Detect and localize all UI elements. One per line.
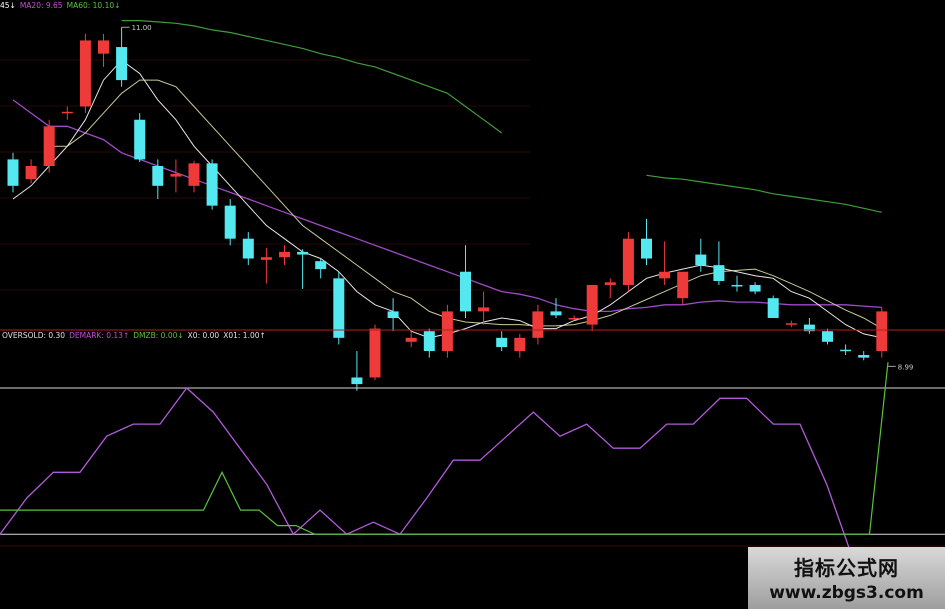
candle-body	[677, 271, 689, 299]
candle-body	[785, 323, 797, 325]
candle-body	[25, 166, 37, 180]
candle-body	[641, 238, 652, 259]
candle-body	[279, 251, 290, 258]
candle-body	[260, 257, 272, 260]
candle-body	[79, 40, 91, 107]
candle-body	[514, 337, 526, 352]
candle-body	[767, 298, 779, 318]
candle-body	[659, 271, 671, 279]
candle-body	[224, 205, 236, 239]
price-panel-grid	[0, 59, 530, 291]
low-label: 8.99	[898, 363, 914, 371]
price-legend: 45↓ MA20: 9.65 MA60: 10.10↓	[0, 0, 124, 12]
candle-body	[622, 238, 634, 285]
candle-body	[695, 254, 707, 266]
indicator-legend: OVERSOLD: 0.30 DEMARK: 0.13↑ DMZB: 0.00↓ X0…	[2, 330, 270, 342]
candle-body	[749, 284, 761, 292]
candle-body	[369, 328, 381, 378]
candle-body	[858, 355, 870, 358]
indicator-lines	[0, 362, 889, 561]
indicator-legend-item-0: OVERSOLD: 0.30	[2, 331, 66, 340]
candle-body	[876, 311, 888, 352]
candle-body	[116, 47, 128, 81]
candle-body	[532, 311, 544, 338]
candle-body	[7, 159, 19, 186]
candle-body	[387, 311, 399, 318]
indicator-legend-item-4: X01: 1.00↑	[223, 331, 266, 340]
ma60-line	[121, 20, 882, 213]
indicator-legend-item-3: X0: 0.00	[187, 331, 220, 340]
indicator-legend-item-1: DEMARK: 0.13↑	[69, 331, 130, 340]
candle-body	[496, 337, 508, 348]
candle-body	[713, 265, 725, 281]
candle-body	[351, 377, 363, 385]
watermark-badge: 指标公式网 www.zbgs3.com	[748, 547, 945, 609]
price-legend-item-2: MA60: 10.10↓	[66, 1, 121, 10]
candle-body	[242, 238, 254, 259]
candle-body	[840, 349, 852, 352]
stock-chart: 11.00 8.99	[0, 20, 945, 561]
candle-body	[822, 331, 833, 342]
watermark-title: 指标公式网	[794, 556, 899, 580]
watermark-url: www.zbgs3.com	[769, 583, 924, 603]
candle-body	[61, 111, 73, 114]
candle-body	[188, 163, 200, 186]
high-label: 11.00	[132, 24, 152, 32]
candle-body	[731, 284, 743, 287]
indicator-guide-lines	[0, 387, 945, 547]
candle-body	[586, 284, 598, 325]
candle-body	[206, 163, 218, 206]
price-legend-item-1: MA20: 9.65	[19, 1, 63, 10]
candle-body	[134, 119, 146, 160]
indicator-legend-item-2: DMZB: 0.00↓	[133, 331, 184, 340]
candle-body	[152, 166, 164, 186]
candle-body	[333, 278, 345, 338]
candle-body	[423, 331, 435, 352]
ma5-line	[12, 59, 882, 339]
candle-body	[550, 311, 562, 316]
candle-body	[568, 318, 580, 320]
price-legend-item-0: 45↓	[0, 1, 16, 10]
candle-body	[405, 337, 417, 342]
candle-body	[441, 311, 453, 352]
candle-body	[315, 261, 327, 270]
candle-body	[170, 173, 182, 177]
candle-body	[604, 282, 616, 285]
candle-body	[297, 251, 309, 255]
candle-body	[460, 271, 471, 312]
candle-body	[98, 40, 109, 54]
candle-body	[43, 126, 55, 166]
candle-body	[478, 307, 490, 312]
